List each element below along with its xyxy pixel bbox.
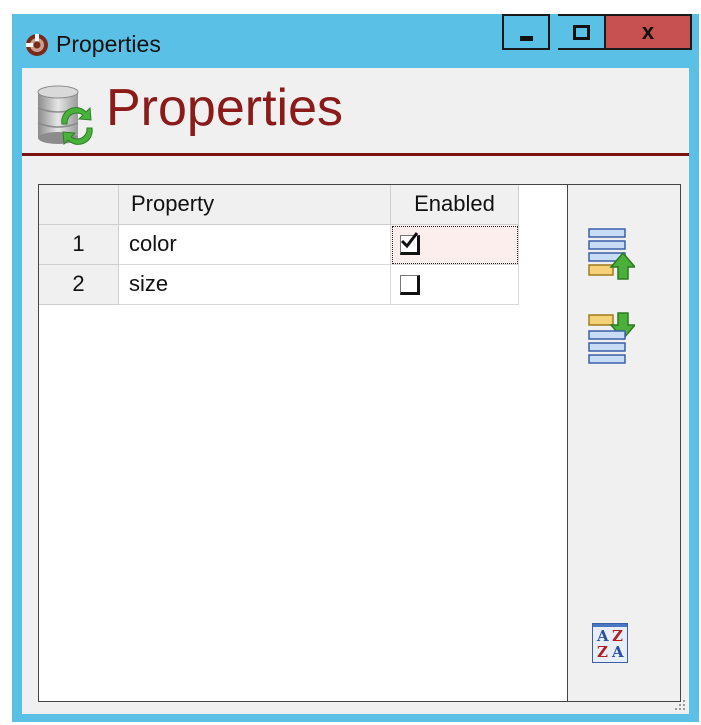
property-cell[interactable]: color xyxy=(119,225,391,265)
minimize-icon xyxy=(519,35,533,41)
row-header[interactable]: 2 xyxy=(39,265,119,305)
enabled-cell[interactable] xyxy=(391,225,519,265)
move-down-icon[interactable] xyxy=(587,311,635,365)
close-icon: x xyxy=(641,19,655,44)
maximize-icon xyxy=(572,24,590,40)
resize-grip-icon[interactable] xyxy=(673,698,687,712)
column-header-enabled[interactable]: Enabled xyxy=(391,185,519,225)
page-title: Properties xyxy=(106,79,343,137)
database-refresh-icon xyxy=(37,85,93,146)
close-button[interactable]: x xyxy=(606,14,692,50)
window: Properties x Properties Property Enabled… xyxy=(12,14,699,722)
row-header[interactable]: 1 xyxy=(39,225,119,265)
client-area: Properties Property Enabled 1 color 2 si… xyxy=(22,68,689,714)
minimize-button[interactable] xyxy=(502,14,550,50)
property-cell[interactable]: size xyxy=(119,265,391,305)
move-up-icon[interactable] xyxy=(587,227,635,281)
column-header-property[interactable]: Property xyxy=(119,185,391,225)
window-title: Properties xyxy=(56,31,161,57)
sort-az-icon: A Z Z A xyxy=(592,623,628,663)
header-divider xyxy=(22,153,689,156)
maximize-button[interactable] xyxy=(558,14,606,50)
checkmark-icon xyxy=(400,232,418,249)
app-icon xyxy=(26,34,48,56)
grid-corner-header[interactable] xyxy=(39,185,119,225)
sort-az-button[interactable]: A Z Z A xyxy=(592,623,628,663)
title-bar[interactable]: Properties x xyxy=(12,14,699,68)
enabled-checkbox[interactable] xyxy=(400,232,420,255)
properties-grid[interactable]: Property Enabled 1 color 2 size xyxy=(38,184,568,702)
sort-letter: Z xyxy=(597,643,608,661)
enabled-checkbox[interactable] xyxy=(400,275,420,295)
header: Properties xyxy=(22,68,689,156)
side-toolbar: A Z Z A xyxy=(568,184,681,702)
enabled-cell[interactable] xyxy=(391,265,519,305)
sort-letter: A xyxy=(612,643,624,661)
